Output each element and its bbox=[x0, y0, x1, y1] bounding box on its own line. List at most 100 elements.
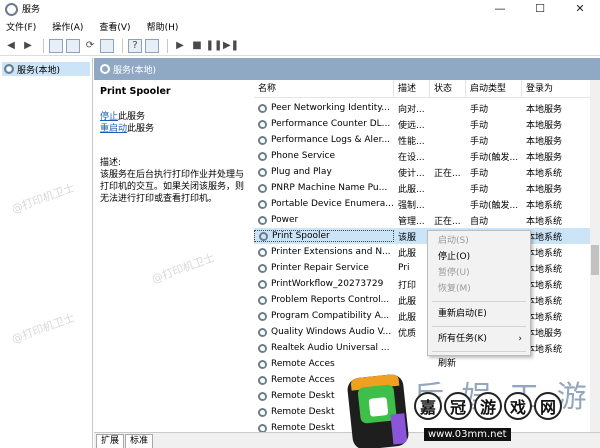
service-log-on-as-cell: 本地服务 bbox=[526, 136, 563, 147]
help-icon[interactable]: ? bbox=[128, 38, 142, 53]
services-app-icon bbox=[4, 2, 18, 16]
context-menu-item-label: 启动(S) bbox=[438, 236, 469, 246]
menu-file[interactable]: 文件(F) bbox=[6, 20, 36, 33]
forward-icon[interactable]: ▶ bbox=[21, 39, 35, 53]
table-row[interactable]: Portable Device Enumera... 强制... 手动(触发... 本… bbox=[254, 196, 600, 212]
start-service-icon[interactable]: ▶ bbox=[173, 39, 187, 53]
context-menu-item: 暂停(U) bbox=[428, 265, 530, 281]
console-tree-icon[interactable] bbox=[49, 38, 63, 53]
service-name-text: Phone Service bbox=[271, 151, 336, 161]
context-menu-item[interactable]: 重新启动(E) bbox=[428, 306, 530, 322]
context-menu-item-label: 停止(O) bbox=[438, 252, 471, 262]
table-row[interactable]: Plug and Play 使计... 正在... 手动 本地系统 bbox=[254, 164, 600, 180]
table-row[interactable]: Phone Service 在设... 手动(触发... 本地服务 bbox=[254, 148, 600, 164]
context-menu-item-label: 重新启动(E) bbox=[438, 309, 487, 319]
gear-icon bbox=[258, 375, 267, 385]
maximize-button[interactable]: ☐ bbox=[520, 0, 560, 16]
service-name-cell: Printer Repair Service bbox=[254, 263, 394, 273]
service-log-on-as-cell: 本地系统 bbox=[526, 232, 563, 243]
context-menu-item: 启动(S) bbox=[428, 233, 530, 249]
gear-icon bbox=[258, 183, 267, 193]
service-description-cell: 性能... bbox=[398, 136, 425, 147]
tab-extended[interactable]: 扩展 bbox=[96, 434, 125, 448]
service-log-on-as-cell: 本地服务 bbox=[526, 104, 563, 115]
gear-icon bbox=[258, 407, 267, 417]
service-name-cell: Power bbox=[254, 215, 394, 225]
tree-item-services-local[interactable]: 服务(本地) bbox=[2, 62, 90, 76]
service-startup-type-cell: 手动 bbox=[470, 168, 489, 179]
watermark-url: www.03mm.net bbox=[424, 428, 511, 441]
back-icon[interactable]: ◀ bbox=[4, 39, 18, 53]
stop-service-link[interactable]: 停止 bbox=[100, 112, 118, 122]
column-header-status[interactable]: 状态 bbox=[430, 80, 466, 98]
service-status-cell: 正在... bbox=[434, 168, 461, 179]
tab-standard[interactable]: 标准 bbox=[125, 434, 154, 448]
gear-icon bbox=[258, 215, 267, 225]
service-name-text: Printer Repair Service bbox=[271, 263, 369, 273]
menu-view[interactable]: 查看(V) bbox=[99, 20, 130, 33]
service-log-on-as-cell: 本地系统 bbox=[526, 296, 563, 307]
restart-service-icon[interactable]: ▶❚ bbox=[223, 39, 239, 53]
gear-icon bbox=[258, 279, 267, 289]
table-row[interactable]: Performance Counter DL... 使远... 手动 本地服务 bbox=[254, 116, 600, 132]
service-log-on-as-cell: 本地系统 bbox=[526, 312, 563, 323]
menu-action[interactable]: 操作(A) bbox=[52, 20, 83, 33]
restart-service-link[interactable]: 重启动 bbox=[100, 124, 127, 134]
service-description-cell: 使远... bbox=[398, 120, 425, 131]
context-menu-item[interactable]: 停止(O) bbox=[428, 249, 530, 265]
service-description-cell: 此服... bbox=[398, 184, 425, 195]
column-header-startup-type[interactable]: 启动类型 bbox=[466, 80, 522, 98]
context-menu-item: 恢复(M) bbox=[428, 281, 530, 297]
gear-icon bbox=[258, 103, 267, 113]
menu-help[interactable]: 帮助(H) bbox=[147, 20, 179, 33]
service-log-on-as-cell: 本地系统 bbox=[526, 280, 563, 291]
service-description-cell: 管理... bbox=[398, 216, 425, 227]
close-button[interactable]: ✕ bbox=[560, 0, 600, 16]
column-header-name[interactable]: 名称 bbox=[254, 80, 394, 98]
gear-icon bbox=[259, 231, 268, 241]
pause-service-icon[interactable]: ❚❚ bbox=[206, 39, 223, 53]
table-row[interactable]: PNRP Machine Name Pu... 此服... 手动 本地服务 bbox=[254, 180, 600, 196]
gear-icon bbox=[100, 64, 110, 74]
service-name-text: Performance Counter DL... bbox=[271, 119, 391, 129]
gear-icon bbox=[258, 199, 267, 209]
description-label: 描述: bbox=[100, 158, 122, 168]
service-name-cell: Phone Service bbox=[254, 151, 394, 161]
gear-icon bbox=[258, 391, 267, 401]
gear-icon bbox=[258, 247, 267, 257]
title-bar: 服务 — ☐ ✕ bbox=[0, 0, 600, 16]
service-log-on-as-cell: 本地系统 bbox=[526, 248, 563, 259]
service-name-cell: Plug and Play bbox=[254, 167, 394, 177]
watermark-brand-char: 网 bbox=[534, 392, 562, 420]
site-watermark: 后 娱 工 游 嘉冠游戏网 www.03mm.net bbox=[294, 330, 600, 448]
stop-link-row: 停止此服务 bbox=[100, 111, 248, 123]
service-name-text: Printer Extensions and N... bbox=[271, 247, 391, 257]
properties-icon[interactable] bbox=[145, 38, 159, 53]
table-row[interactable]: Power 管理... 正在... 自动 本地系统 bbox=[254, 212, 600, 228]
service-description-cell: 此服 bbox=[398, 248, 417, 259]
show-pane-icon[interactable] bbox=[66, 38, 80, 53]
context-menu-item-label: 暂停(U) bbox=[438, 268, 470, 278]
watermark-brand-char: 冠 bbox=[444, 392, 472, 420]
stop-service-icon[interactable]: ■ bbox=[190, 39, 204, 53]
service-name-cell: Portable Device Enumera... bbox=[254, 199, 394, 209]
description-text: 该服务在后台执行打印作业并处理与打印机的交互。如果关闭该服务，则无法进行打印或查… bbox=[100, 170, 245, 204]
minimize-button[interactable]: — bbox=[480, 0, 520, 16]
service-description-cell: 在设... bbox=[398, 152, 425, 163]
table-row[interactable]: Performance Logs & Aler... 性能... 手动 本地服务 bbox=[254, 132, 600, 148]
export-list-icon[interactable] bbox=[100, 38, 114, 53]
service-log-on-as-cell: 本地服务 bbox=[526, 184, 563, 195]
table-row[interactable]: Peer Networking Identity... 向对... 手动 本地服务 bbox=[254, 100, 600, 116]
service-startup-type-cell: 手动(触发... bbox=[470, 200, 519, 211]
gear-icon bbox=[258, 423, 267, 432]
restart-link-row: 重启动此服务 bbox=[100, 123, 248, 135]
column-header-log-on-as[interactable]: 登录为 bbox=[522, 80, 600, 98]
service-name-text: PrintWorkflow_20273729 bbox=[271, 279, 384, 289]
toolbar-separator bbox=[167, 38, 168, 53]
service-log-on-as-cell: 本地服务 bbox=[526, 152, 563, 163]
column-header-description[interactable]: 描述 bbox=[394, 80, 430, 98]
service-description-cell: 强制... bbox=[398, 200, 425, 211]
restart-link-suffix: 此服务 bbox=[127, 124, 155, 134]
scrollbar-thumb[interactable] bbox=[591, 245, 599, 275]
refresh-icon[interactable]: ⟳ bbox=[83, 39, 97, 53]
